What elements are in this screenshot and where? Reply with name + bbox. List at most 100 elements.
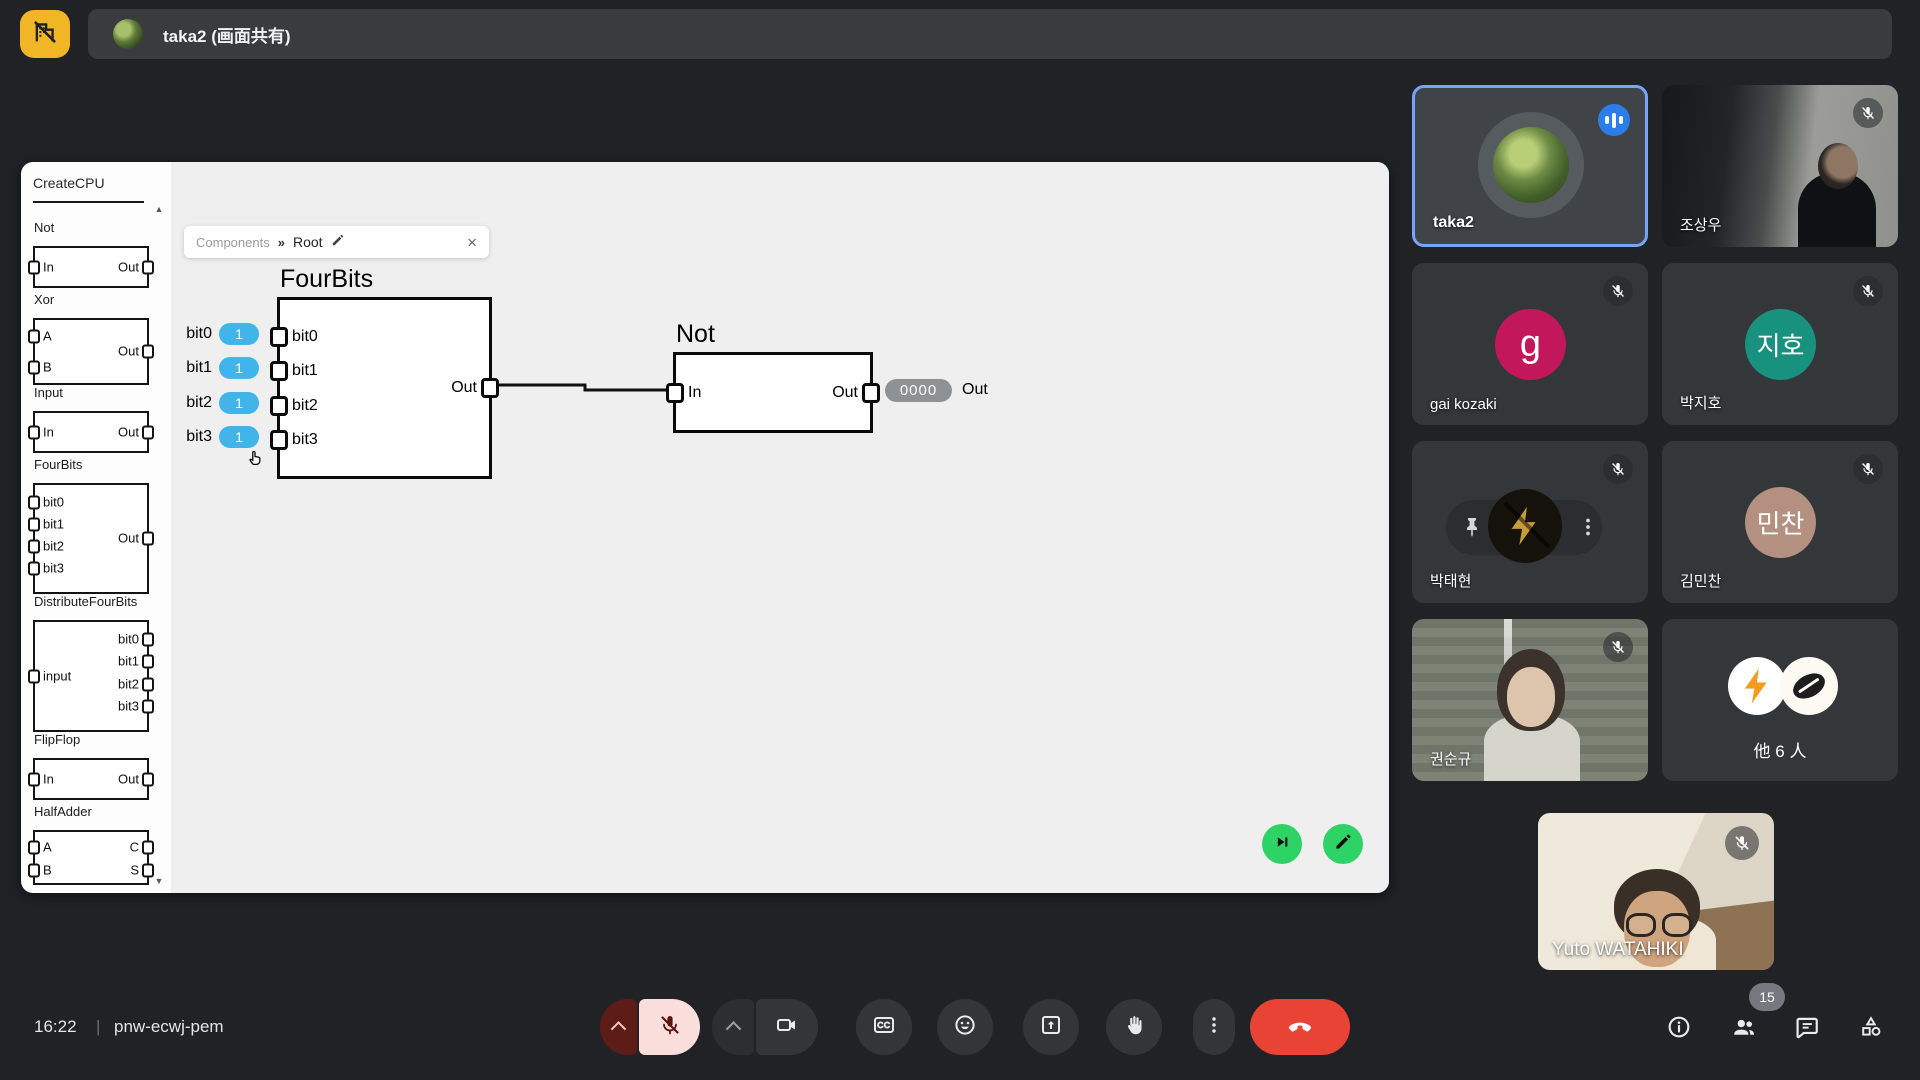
mic-toggle-button[interactable] <box>639 999 700 1055</box>
tile-yuto-watahiki[interactable]: Yuto WATAHIKI <box>1538 813 1774 970</box>
edit-mode-button[interactable] <box>1323 824 1363 864</box>
port-square <box>28 360 40 374</box>
component-fourbits[interactable]: bit0 bit1 bit2 bit3 Out <box>33 483 149 594</box>
overflow-avatar-puck <box>1780 657 1838 715</box>
tile-gwonsungyu[interactable]: 권순규 <box>1412 619 1648 781</box>
step-run-button[interactable] <box>1262 824 1302 864</box>
tile-baktaehyeon[interactable]: 박태현 <box>1412 441 1648 603</box>
meet-screen: { "top_bar": { "share_title": "taka2 (画面… <box>0 0 1920 1080</box>
component-not[interactable]: In Out <box>33 246 149 288</box>
people-panel-button[interactable] <box>1731 1014 1757 1040</box>
avatar-gimminchan: 민찬 <box>1745 487 1816 558</box>
present-screen-button[interactable] <box>1023 999 1079 1055</box>
input-toggle-bit0[interactable]: 1 <box>219 323 259 345</box>
tile-gai-kozaki[interactable]: g gai kozaki <box>1412 263 1648 425</box>
tile-bakjiho[interactable]: 지호 박지호 <box>1662 263 1898 425</box>
breadcrumb-close-icon[interactable]: × <box>467 234 477 251</box>
raise-hand-button[interactable] <box>1106 999 1162 1055</box>
closed-captions-icon <box>872 1013 896 1042</box>
port-square <box>28 425 40 439</box>
activities-icon <box>1858 1027 1884 1044</box>
breadcrumb: Components » Root × <box>184 226 489 258</box>
glasses-left <box>1626 913 1656 937</box>
building-crossed-icon <box>31 18 59 51</box>
participant-name: 박태현 <box>1430 570 1471 591</box>
mic-options-button[interactable] <box>600 999 637 1055</box>
more-options-icon[interactable] <box>1576 515 1600 544</box>
mic-off-icon <box>1853 454 1883 484</box>
component-halfadder[interactable]: A B C S <box>33 830 149 885</box>
port-square <box>28 840 40 854</box>
not-title: Not <box>676 320 715 349</box>
chat-panel-button[interactable] <box>1794 1014 1820 1040</box>
meeting-details-button[interactable] <box>1666 1014 1692 1040</box>
port-square <box>270 361 288 381</box>
shared-screen-header[interactable]: taka2 (画面共有) <box>88 9 1892 59</box>
input-toggle-bit3[interactable]: 1 <box>219 426 259 448</box>
avatar-taka2 <box>1493 127 1569 203</box>
port-square <box>28 329 40 343</box>
activities-button[interactable] <box>1858 1014 1884 1040</box>
fourbits-title: FourBits <box>280 265 373 294</box>
component-label-halfadder: HalfAdder <box>34 804 92 819</box>
port-square <box>142 531 154 545</box>
tile-gimminchan[interactable]: 민찬 김민찬 <box>1662 441 1898 603</box>
fourbits-element[interactable]: bit0 bit1 bit2 bit3 Out <box>277 297 492 479</box>
port-square <box>28 772 40 786</box>
breadcrumb-components[interactable]: Components <box>196 235 270 250</box>
port-square <box>481 378 499 398</box>
clock: 16:22 <box>34 1017 77 1037</box>
component-label-distributefourbits: DistributeFourBits <box>34 594 137 609</box>
port-square <box>142 772 154 786</box>
pencil-icon <box>1334 832 1353 856</box>
participant-count-badge: 15 <box>1749 983 1785 1011</box>
captions-button[interactable] <box>856 999 912 1055</box>
edit-name-icon[interactable] <box>331 233 345 252</box>
port-square <box>142 863 154 877</box>
component-flipflop[interactable]: In Out <box>33 758 149 800</box>
component-label-xor: Xor <box>34 292 54 307</box>
more-options-button[interactable] <box>1193 999 1235 1055</box>
port-square <box>28 517 40 531</box>
camera-toggle-button[interactable] <box>756 999 818 1055</box>
participant-name: 김민찬 <box>1680 570 1721 591</box>
sidebar-scroll-up[interactable]: ▲ <box>152 204 166 214</box>
emoji-smile-icon <box>953 1013 977 1042</box>
more-vertical-icon <box>1203 1014 1225 1041</box>
person-head <box>1818 143 1858 189</box>
audio-bars-icon <box>1598 104 1630 136</box>
participant-name: 박지호 <box>1680 392 1721 413</box>
port-square <box>28 260 40 274</box>
port-square <box>142 344 154 358</box>
breadcrumb-root[interactable]: Root <box>293 234 323 250</box>
mic-off-icon <box>1853 98 1883 128</box>
port-square <box>270 430 288 450</box>
port-square <box>142 654 154 668</box>
info-icon <box>1666 1027 1692 1044</box>
reactions-button[interactable] <box>937 999 993 1055</box>
port-square <box>142 699 154 713</box>
pin-icon[interactable] <box>1460 515 1484 544</box>
presenter-avatar <box>113 19 143 49</box>
tile-others-overflow[interactable]: 他 6 人 <box>1662 619 1898 781</box>
end-call-button[interactable] <box>1250 999 1350 1055</box>
camera-options-button[interactable] <box>712 999 754 1055</box>
component-input[interactable]: In Out <box>33 411 149 453</box>
companion-mode-warning-button[interactable] <box>20 10 70 58</box>
port-square <box>142 677 154 691</box>
tile-taka2[interactable]: taka2 <box>1412 85 1648 247</box>
present-screen-icon <box>1039 1013 1063 1042</box>
input-toggle-bit2[interactable]: 1 <box>219 392 259 414</box>
tile-josangu[interactable]: 조상우 <box>1662 85 1898 247</box>
presenter-share-title: taka2 (画面共有) <box>163 22 291 47</box>
meta-divider: | <box>96 1017 100 1037</box>
component-label-fourbits: FourBits <box>34 457 82 472</box>
component-xor[interactable]: A B Out <box>33 318 149 385</box>
chevron-up-icon <box>725 1021 741 1037</box>
meeting-code: pnw-ecwj-pem <box>114 1017 224 1037</box>
not-element[interactable]: In Out <box>673 352 873 433</box>
component-distributefourbits[interactable]: input bit0 bit1 bit2 bit3 <box>33 620 149 732</box>
input-toggle-bit1[interactable]: 1 <box>219 357 259 379</box>
participant-name: 조상우 <box>1680 214 1721 235</box>
sidebar-scroll-down[interactable]: ▼ <box>152 876 166 886</box>
